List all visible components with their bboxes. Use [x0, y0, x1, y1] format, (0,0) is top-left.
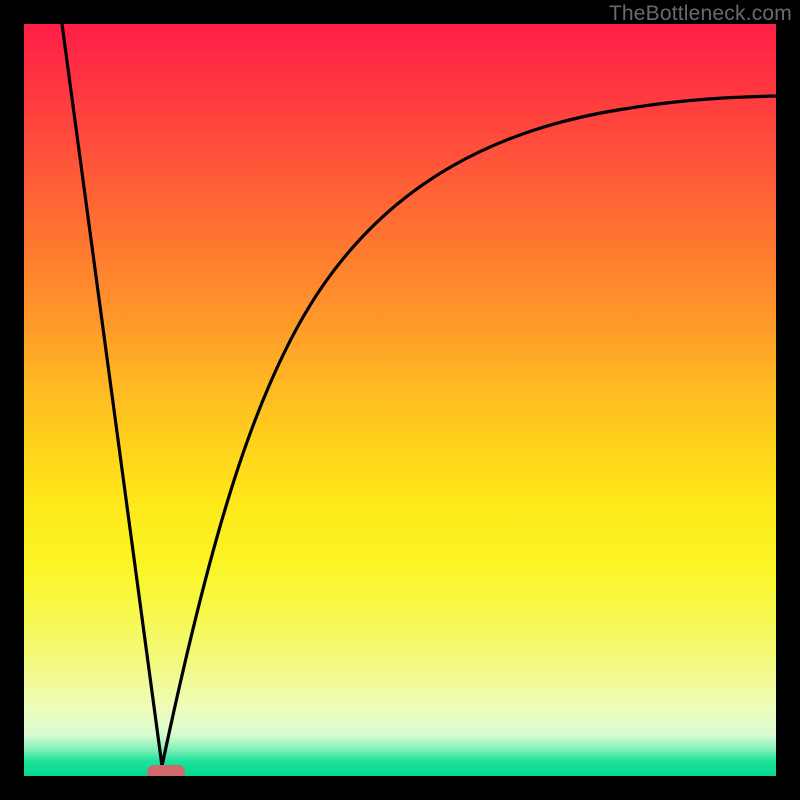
plot-area	[24, 24, 776, 776]
chart-frame: TheBottleneck.com	[0, 0, 800, 800]
optimal-marker	[147, 765, 185, 776]
bottleneck-curve	[24, 24, 776, 776]
watermark-text: TheBottleneck.com	[609, 2, 792, 26]
